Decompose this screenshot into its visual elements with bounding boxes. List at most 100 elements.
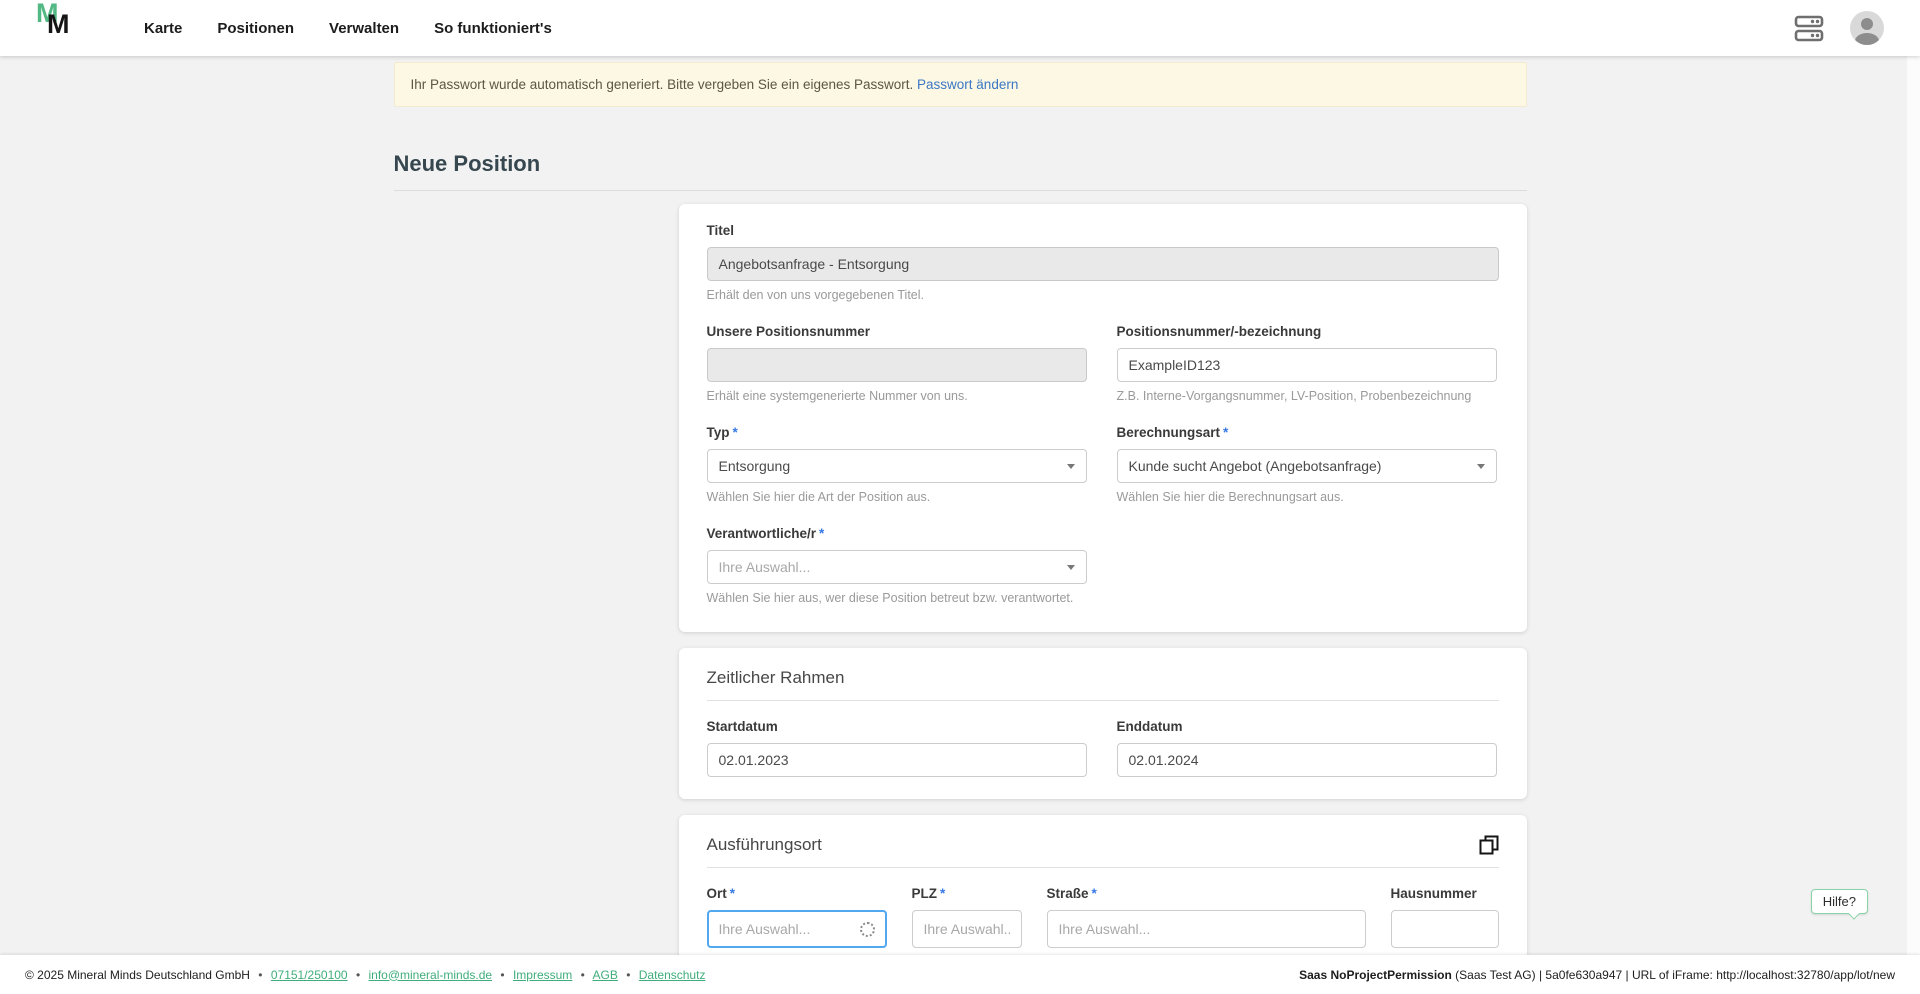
positionsnummer-label: Positionsnummer/-bezeichnung xyxy=(1116,324,1322,339)
typ-berechnungsart-row: Typ * Entsorgung Wählen Sie hier die Art … xyxy=(706,425,1499,504)
loading-spinner-icon xyxy=(859,921,875,937)
enddatum-field: Enddatum xyxy=(1116,719,1497,777)
zeitlicher-rahmen-heading: Zeitlicher Rahmen xyxy=(706,668,845,687)
berechnungsart-required-asterisk: * xyxy=(1223,425,1229,440)
avatar-shoulders xyxy=(1855,33,1879,45)
chevron-down-icon xyxy=(1066,463,1075,469)
help-label: Hilfe? xyxy=(1822,894,1856,909)
password-change-link[interactable]: Passwort ändern xyxy=(917,77,1018,92)
hausnummer-label: Hausnummer xyxy=(1390,886,1477,901)
top-navigation-bar: M M Karte Positionen Verwalten So funkti… xyxy=(0,0,1920,56)
nav-item-positionen[interactable]: Positionen xyxy=(217,20,294,37)
strasse-field: Straße * xyxy=(1046,886,1366,948)
positionsnummer-input[interactable] xyxy=(1116,348,1497,382)
scroll-gutter[interactable] xyxy=(1907,56,1920,994)
unsere-positionsnummer-helper: Erhält eine systemgenerierte Nummer von … xyxy=(706,389,968,403)
hausnummer-field: Hausnummer xyxy=(1390,886,1499,948)
banner-text: Ihr Passwort wurde automatisch generiert… xyxy=(410,77,914,92)
strasse-required-asterisk: * xyxy=(1091,886,1097,901)
titel-value: Angebotsanfrage - Entsorgung xyxy=(718,256,910,272)
header-actions xyxy=(1794,11,1884,45)
footer-separator: • xyxy=(500,967,505,982)
strasse-input[interactable] xyxy=(1046,910,1366,948)
user-avatar[interactable] xyxy=(1850,11,1884,45)
verantwortliche-label: Verantwortliche/r xyxy=(706,526,817,541)
nav-item-so-funktionierts[interactable]: So funktioniert's xyxy=(434,20,552,37)
ort-field: Ort * Ihre Auswahl... xyxy=(706,886,887,948)
unsere-positionsnummer-label: Unsere Positionsnummer xyxy=(706,324,871,339)
main-nav: Karte Positionen Verwalten So funktionie… xyxy=(144,20,552,37)
footer-bar: © 2025 Mineral Minds Deutschland GmbH • … xyxy=(0,955,1920,994)
enddatum-input[interactable] xyxy=(1116,743,1497,777)
unsere-positionsnummer-input xyxy=(706,348,1087,382)
ort-placeholder: Ihre Auswahl... xyxy=(718,921,811,937)
address-row: Ort* Ihre Auswahl... PLZ* Straße* xyxy=(706,886,1499,948)
email-link[interactable]: info@mineral-minds.de xyxy=(368,968,492,982)
phone-link[interactable]: 07151/250100 xyxy=(271,968,348,982)
typ-select[interactable]: Entsorgung xyxy=(706,449,1087,483)
chevron-down-icon xyxy=(1476,463,1485,469)
mineral-minds-logo-icon[interactable]: M M xyxy=(36,0,88,52)
verantwortliche-placeholder: Ihre Auswahl... xyxy=(718,559,811,575)
footer-right: Saas NoProjectPermission (Saas Test AG) … xyxy=(1299,968,1895,982)
avatar-head xyxy=(1861,18,1873,30)
titel-helper: Erhält den von uns vorgegebenen Titel. xyxy=(706,288,925,302)
page-title: Neue Position xyxy=(393,151,1527,191)
footer-separator: • xyxy=(626,967,631,982)
typ-required-asterisk: * xyxy=(732,425,738,440)
verantwortliche-required-asterisk: * xyxy=(819,526,825,541)
nav-item-karte[interactable]: Karte xyxy=(144,20,182,37)
zeitlicher-rahmen-card: Zeitlicher Rahmen Startdatum Enddatum xyxy=(678,648,1527,799)
impressum-link[interactable]: Impressum xyxy=(513,968,572,982)
startdatum-label: Startdatum xyxy=(706,719,778,734)
password-warning-banner: Ihr Passwort wurde automatisch generiert… xyxy=(393,62,1527,107)
logo-black-m: M xyxy=(47,9,69,39)
nav-item-verwalten[interactable]: Verwalten xyxy=(329,20,399,37)
position-details-card: Titel Angebotsanfrage - Entsorgung Erhäl… xyxy=(678,204,1527,632)
unsere-positionsnummer-field: Unsere Positionsnummer Erhält eine syste… xyxy=(706,324,1087,403)
agb-link[interactable]: AGB xyxy=(593,968,618,982)
copy-icon[interactable] xyxy=(1479,835,1499,855)
help-bubble-tail xyxy=(1848,908,1860,920)
berechnungsart-label: Berechnungsart xyxy=(1116,425,1221,440)
plz-field: PLZ * xyxy=(911,886,1022,948)
footer-separator: • xyxy=(355,967,361,982)
help-button[interactable]: Hilfe? xyxy=(1810,889,1868,920)
verantwortliche-select[interactable]: Ihre Auswahl... xyxy=(706,550,1087,584)
verantwortliche-field: Verantwortliche/r * Ihre Auswahl... Wähle… xyxy=(706,526,1087,605)
content-container: Ihr Passwort wurde automatisch generiert… xyxy=(393,62,1527,988)
hausnummer-input[interactable] xyxy=(1390,910,1499,948)
footer-left: © 2025 Mineral Minds Deutschland GmbH • … xyxy=(25,968,705,982)
session-info: (Saas Test AG) | 5a0fe630a947 | URL of i… xyxy=(1451,967,1895,982)
positionsnummer-helper: Z.B. Interne-Vorgangsnummer, LV-Position… xyxy=(1116,389,1472,403)
startdatum-input[interactable] xyxy=(706,743,1087,777)
plz-input[interactable] xyxy=(911,910,1022,948)
plz-label: PLZ xyxy=(911,886,938,901)
titel-input: Angebotsanfrage - Entsorgung xyxy=(706,247,1499,281)
ort-input[interactable]: Ihre Auswahl... xyxy=(706,910,887,948)
berechnungsart-helper: Wählen Sie hier die Berechnungsart aus. xyxy=(1116,490,1344,504)
footer-separator: • xyxy=(258,967,263,982)
berechnungsart-select[interactable]: Kunde sucht Angebot (Angebotsanfrage) xyxy=(1116,449,1497,483)
date-row: Startdatum Enddatum xyxy=(706,719,1499,777)
typ-selected-value: Entsorgung xyxy=(718,458,791,474)
footer-separator: • xyxy=(580,967,585,982)
typ-helper: Wählen Sie hier die Art der Position aus… xyxy=(706,490,931,504)
startdatum-field: Startdatum xyxy=(706,719,1087,777)
ort-required-asterisk: * xyxy=(729,886,736,901)
datenschutz-link[interactable]: Datenschutz xyxy=(639,968,706,982)
typ-field: Typ * Entsorgung Wählen Sie hier die Art … xyxy=(706,425,1087,504)
positionsnummer-field: Positionsnummer/-bezeichnung Z.B. Intern… xyxy=(1116,324,1497,403)
verantwortliche-row: Verantwortliche/r * Ihre Auswahl... Wähle… xyxy=(706,526,1499,605)
verantwortliche-helper: Wählen Sie hier aus, wer diese Position … xyxy=(706,591,1074,605)
berechnungsart-selected-value: Kunde sucht Angebot (Angebotsanfrage) xyxy=(1128,458,1382,474)
enddatum-label: Enddatum xyxy=(1116,719,1183,734)
ausfuehrungsort-heading: Ausführungsort xyxy=(706,835,822,854)
number-row: Unsere Positionsnummer Erhält eine syste… xyxy=(706,324,1499,403)
ort-label: Ort xyxy=(706,886,727,901)
berechnungsart-field: Berechnungsart * Kunde sucht Angebot (Ang… xyxy=(1116,425,1497,504)
copyright-text: © 2025 Mineral Minds Deutschland GmbH xyxy=(25,967,250,982)
server-icon[interactable] xyxy=(1794,15,1824,42)
titel-field: Titel Angebotsanfrage - Entsorgung Erhäl… xyxy=(706,223,1499,302)
titel-label: Titel xyxy=(706,223,735,238)
